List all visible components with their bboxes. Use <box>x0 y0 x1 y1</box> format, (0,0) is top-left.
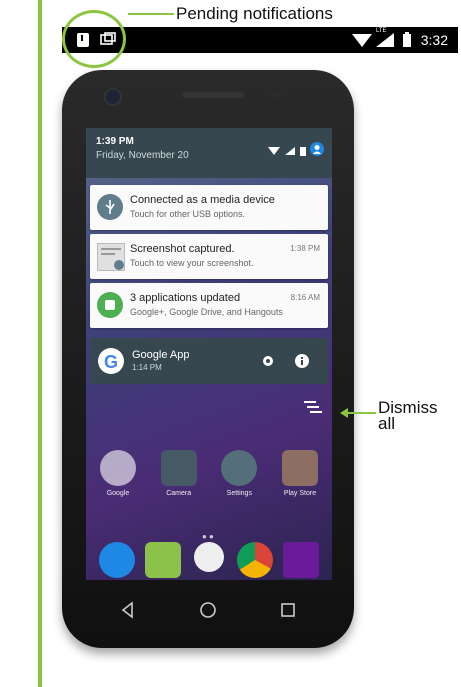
app-label: Google <box>106 490 130 497</box>
nav-bar <box>86 588 332 632</box>
photos-icon <box>283 542 319 578</box>
lte-signal-icon: LTE <box>374 28 396 53</box>
dock-row <box>94 542 324 578</box>
dock-chrome[interactable] <box>232 542 278 578</box>
app-label: Settings <box>226 490 252 497</box>
notification-time: 1:14 PM <box>132 363 162 372</box>
notification-title: 3 applications updated <box>130 292 241 304</box>
notification-usb[interactable]: Connected as a media device Touch for ot… <box>90 185 328 230</box>
dock-messaging[interactable] <box>140 542 186 578</box>
notification-time: 8:16 AM <box>290 293 320 302</box>
status-time: 3:32 <box>420 32 448 48</box>
notification-shade-header[interactable]: 1:39 PM Friday, November 20 <box>86 128 332 178</box>
proximity-sensor <box>268 92 284 98</box>
notification-screenshot[interactable]: Screenshot captured. Touch to view your … <box>90 234 328 279</box>
play-store-icon <box>281 450 318 486</box>
chrome-icon <box>237 542 273 578</box>
google-g-icon: G <box>98 348 124 374</box>
recents-icon[interactable] <box>274 596 302 624</box>
app-label: Play Store <box>283 490 317 497</box>
app-camera[interactable]: Camera <box>155 450 203 497</box>
phone-icon <box>99 542 135 578</box>
pending-notifications-label: Pending notifications <box>176 4 333 23</box>
notification-subtitle: Touch to view your screenshot. <box>130 258 254 268</box>
battery-icon <box>402 32 412 53</box>
svg-text:G: G <box>104 352 118 372</box>
wifi-icon <box>268 143 280 161</box>
pending-callout-line <box>128 13 174 15</box>
notification-subtitle: Touch for other USB options. <box>130 209 246 219</box>
notification-time: 1:38 PM <box>290 244 320 253</box>
dismiss-arrow-icon <box>340 406 376 424</box>
dismiss-label-line2: all <box>378 414 396 433</box>
dismiss-all-icon[interactable] <box>304 400 322 419</box>
notification-apps-updated[interactable]: 3 applications updated Google+, Google D… <box>90 283 328 328</box>
app-drawer-icon <box>194 542 224 572</box>
notification-title: Screenshot captured. <box>130 243 235 255</box>
usb-icon <box>97 194 123 220</box>
green-margin-rule <box>38 0 42 687</box>
google-app-icon <box>100 450 136 486</box>
camera-icon <box>160 450 197 486</box>
gear-icon[interactable] <box>260 353 276 374</box>
home-app-row: Google Camera Settings Play Store <box>94 450 324 497</box>
app-play-store[interactable]: Play Store <box>276 450 324 497</box>
dock-phone[interactable] <box>94 542 140 578</box>
notification-title: Connected as a media device <box>130 194 275 206</box>
dock-app-drawer[interactable] <box>186 542 232 578</box>
pending-callout-circle <box>62 10 126 68</box>
earpiece-speaker <box>182 92 244 98</box>
notification-subtitle: Google+, Google Drive, and Hangouts <box>130 307 283 317</box>
app-google[interactable]: Google <box>94 450 142 497</box>
wifi-icon <box>352 32 372 53</box>
dock-photos[interactable] <box>278 542 324 578</box>
signal-icon <box>284 143 296 161</box>
battery-icon <box>300 143 306 161</box>
notification-google-app[interactable]: G Google App 1:14 PM <box>90 338 328 384</box>
front-camera <box>104 88 122 106</box>
app-settings[interactable]: Settings <box>215 450 263 497</box>
phone-device: 1:39 PM Friday, November 20 Connected as… <box>62 70 354 648</box>
user-avatar-icon[interactable] <box>310 142 324 161</box>
info-icon[interactable] <box>294 353 310 374</box>
network-type: LTE <box>376 28 387 34</box>
play-store-update-icon <box>97 292 123 318</box>
messaging-icon <box>145 542 181 578</box>
shade-time: 1:39 PM <box>96 136 134 147</box>
settings-gear-icon <box>221 450 258 486</box>
dismiss-all-label: Dismiss all <box>378 399 438 433</box>
app-label: Camera <box>166 490 192 497</box>
phone-screen: 1:39 PM Friday, November 20 Connected as… <box>86 128 332 580</box>
screenshot-thumbnail-icon <box>97 243 125 271</box>
notification-title: Google App <box>132 349 190 361</box>
shade-date: Friday, November 20 <box>96 150 189 161</box>
page-indicator-dots: ● ● <box>202 532 214 541</box>
back-icon[interactable] <box>114 596 142 624</box>
home-icon[interactable] <box>194 596 222 624</box>
